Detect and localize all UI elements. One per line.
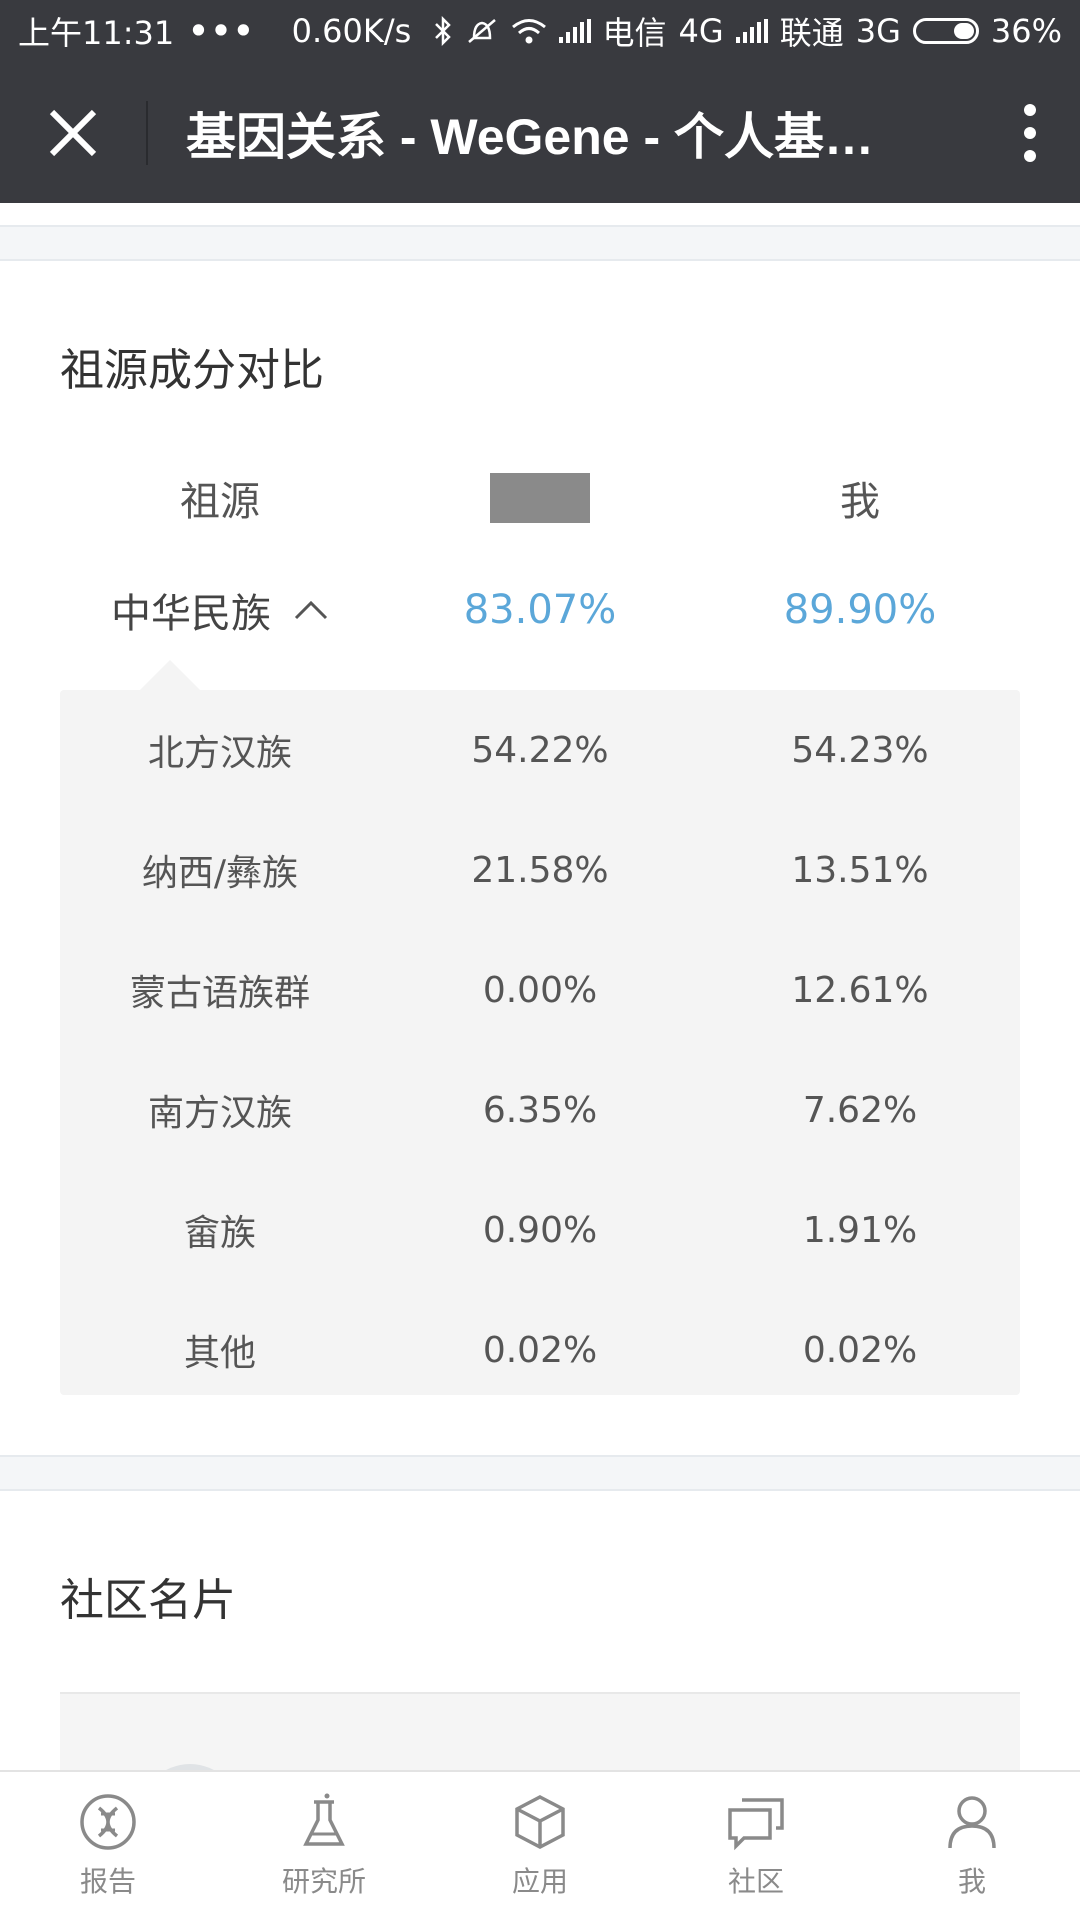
bottom-nav: 报告 研究所 应用 社区 我 [0,1770,1080,1920]
row-me-percent: 1.91% [802,1209,918,1251]
row-name: 纳西/彝族 [141,853,299,894]
status-dots: ••• [188,12,256,50]
table-row: 北方汉族 54.22% 54.23% [60,690,1020,810]
section-separator [0,225,1080,261]
row-me-percent: 54.23% [791,729,929,771]
vibrate-off-icon [467,19,496,43]
title-bar: 基因关系 - WeGene - 个人基… [0,62,1080,203]
row-name: 其他 [183,1333,256,1374]
ancestry-breakdown-panel: 北方汉族 54.22% 54.23% 纳西/彝族 21.58% 13.51% 蒙… [60,690,1020,1395]
ancestry-table-header: 祖源 我 [0,458,1080,538]
summary-name-cell: 中华民族 [60,570,380,650]
nav-item-lab[interactable]: 研究所 [216,1772,432,1920]
status-bar: 上午11:31 ••• 0.60K/s 电信 4G 联通 3G 36% [0,0,1080,62]
network-type-1: 4G [678,12,724,50]
ancestry-section-title: 祖源成分对比 [60,345,324,396]
row-other-percent: 21.58% [471,849,609,891]
nav-item-apps[interactable]: 应用 [432,1772,648,1920]
row-other-percent: 0.02% [482,1329,598,1371]
row-me-percent: 7.62% [802,1089,918,1131]
nav-item-community[interactable]: 社区 [648,1772,864,1920]
row-other-percent: 6.35% [482,1089,598,1131]
close-button[interactable] [0,62,146,203]
nav-item-me[interactable]: 我 [864,1772,1080,1920]
nav-label: 应用 [511,1865,568,1898]
header-me: 我 [840,479,880,525]
signal-icon [735,19,768,43]
chat-icon [728,1798,784,1851]
breakdown-pointer [140,660,200,690]
user-icon [948,1796,996,1849]
table-row: 纳西/彝族 21.58% 13.51% [60,810,1020,930]
row-name: 南方汉族 [147,1093,292,1134]
battery-icon [912,18,979,44]
wifi-icon [511,19,546,44]
community-section-title: 社区名片 [60,1575,236,1626]
row-other-percent: 0.00% [482,969,598,1011]
ancestry-summary-row[interactable]: 中华民族 83.07% 89.90% [0,570,1080,650]
more-options-button[interactable] [980,62,1080,203]
status-net-speed: 0.60K/s [291,12,412,50]
row-me-percent: 0.02% [802,1329,918,1371]
row-name: 蒙古语族群 [129,973,310,1014]
header-other-user [380,458,700,538]
summary-name: 中华民族 [111,591,271,637]
header-ancestry: 祖源 [180,479,260,525]
status-time: 上午11:31 [18,14,175,52]
signal-icon [558,19,591,43]
summary-me-percent: 89.90% [783,587,937,633]
nav-label: 社区 [727,1865,784,1898]
page-title: 基因关系 - WeGene - 个人基… [186,108,875,165]
nav-label: 我 [957,1865,986,1898]
row-other-percent: 54.22% [471,729,609,771]
table-row: 其他 0.02% 0.02% [60,1290,1020,1410]
carrier-1: 电信 [602,14,667,52]
row-me-percent: 13.51% [791,849,929,891]
nav-label: 研究所 [281,1865,366,1898]
network-type-2: 3G [855,12,901,50]
nav-label: 报告 [79,1865,136,1898]
chevron-up-icon[interactable] [293,599,329,621]
battery-percent: 36% [990,12,1062,50]
row-other-percent: 0.90% [482,1209,598,1251]
bluetooth-icon [434,16,451,46]
row-me-percent: 12.61% [791,969,929,1011]
table-row: 畲族 0.90% 1.91% [60,1170,1020,1290]
table-row: 蒙古语族群 0.00% 12.61% [60,930,1020,1050]
carrier-2: 联通 [779,14,844,52]
title-divider [146,100,148,165]
more-vertical-icon [1024,103,1036,162]
row-name: 北方汉族 [147,733,292,774]
section-separator [0,1455,1080,1491]
table-row: 南方汉族 6.35% 7.62% [60,1050,1020,1170]
nav-item-report[interactable]: 报告 [0,1772,216,1920]
row-name: 畲族 [183,1213,256,1254]
cube-icon [515,1795,565,1849]
dna-icon [80,1794,136,1850]
masked-username [490,473,590,523]
close-icon [49,109,97,156]
summary-other-percent: 83.07% [463,587,617,633]
flask-icon [303,1793,345,1846]
